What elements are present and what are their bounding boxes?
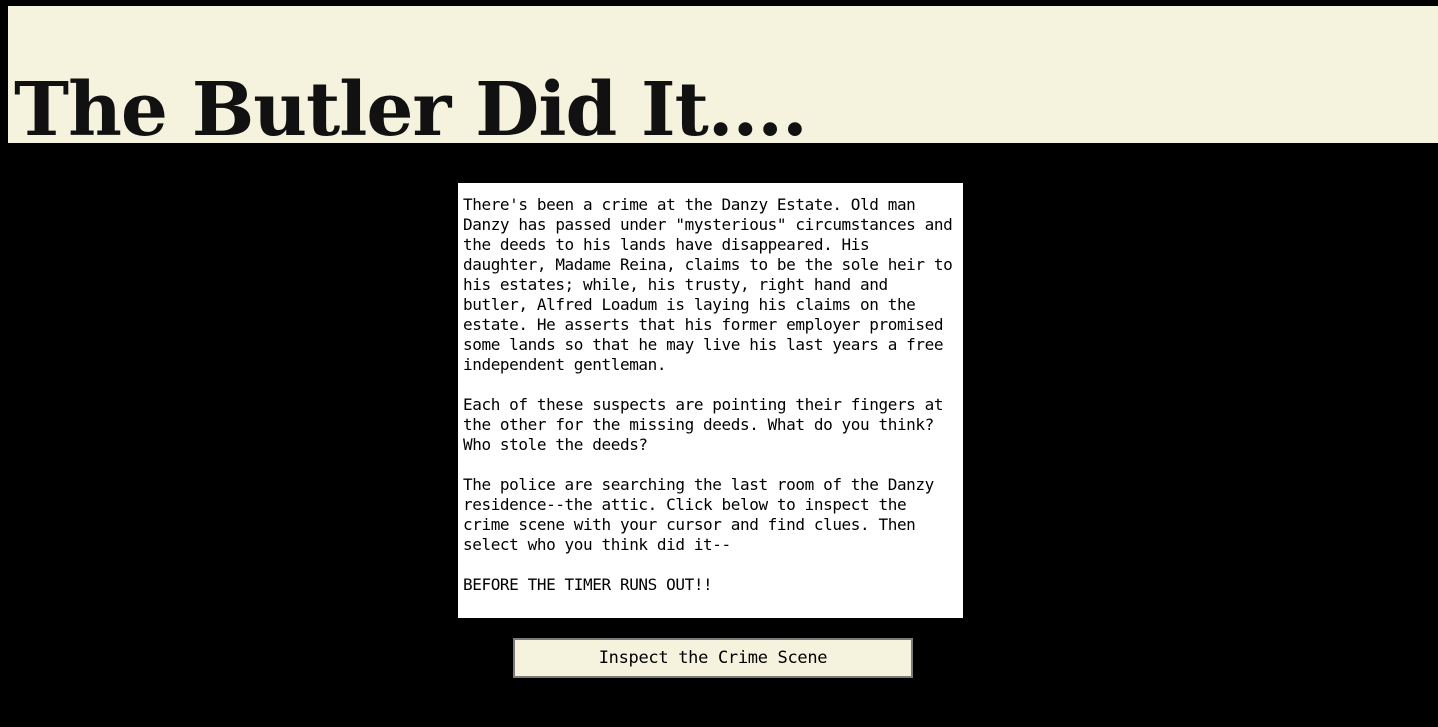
story-panel: There's been a crime at the Danzy Estate… bbox=[458, 183, 963, 618]
story-paragraph-intro: There's been a crime at the Danzy Estate… bbox=[463, 195, 953, 374]
page-title: The Butler Did It.... bbox=[14, 67, 808, 143]
story-paragraph-suspects: Each of these suspects are pointing thei… bbox=[463, 395, 944, 454]
inspect-crime-scene-button[interactable]: Inspect the Crime Scene bbox=[513, 638, 913, 678]
story-paragraph-warning: BEFORE THE TIMER RUNS OUT!! bbox=[463, 575, 713, 594]
header-banner: The Butler Did It.... bbox=[8, 6, 1438, 143]
story-paragraph-instructions: The police are searching the last room o… bbox=[463, 475, 934, 554]
